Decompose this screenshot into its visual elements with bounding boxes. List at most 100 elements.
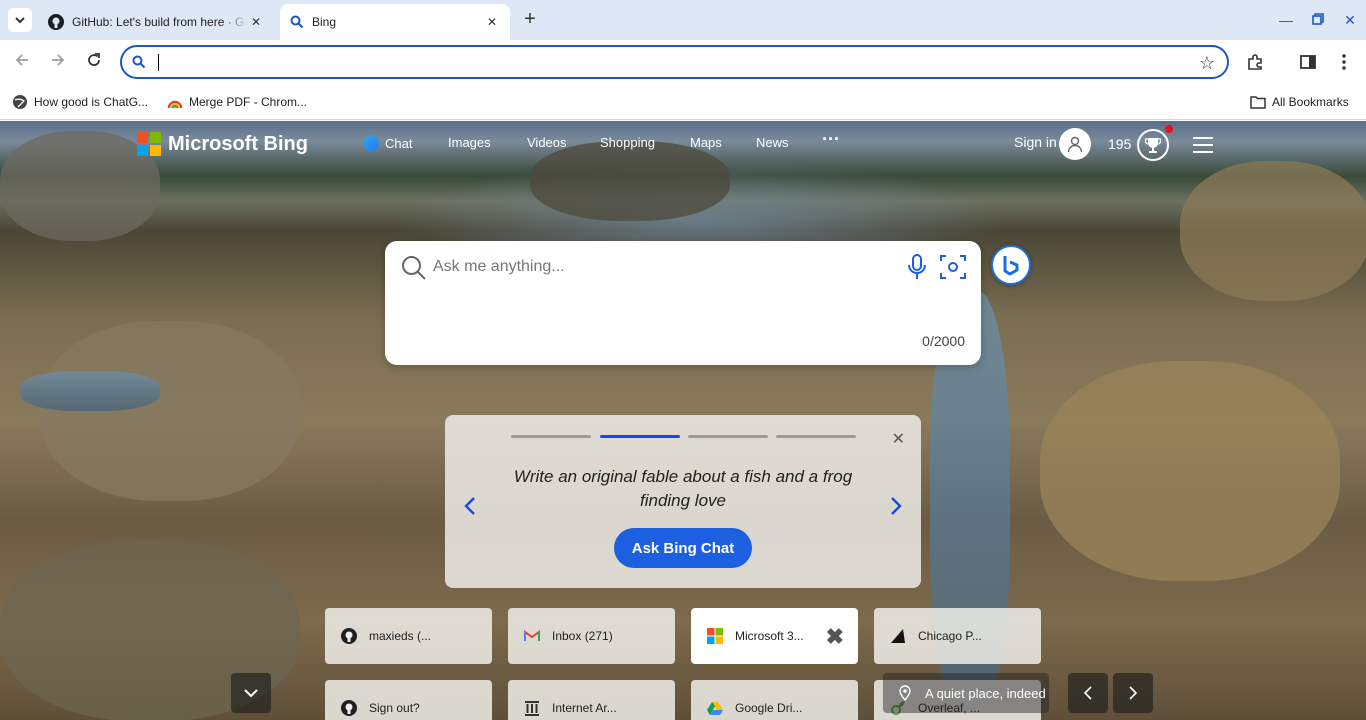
quick-link[interactable]: Microsoft 3... ✖	[691, 608, 858, 664]
chevron-left-icon[interactable]	[463, 495, 477, 523]
suggestion-prompt: Write an original fable about a fish and…	[513, 467, 853, 510]
quick-link-label: Google Dri...	[735, 701, 803, 715]
bookmark-item[interactable]: How good is ChatG...	[12, 92, 148, 112]
nav-maps[interactable]: Maps	[690, 135, 722, 150]
notification-dot	[1165, 125, 1173, 133]
chevron-down-icon	[15, 17, 25, 24]
visual-search-icon[interactable]	[939, 253, 967, 281]
close-icon[interactable]: ✕	[892, 429, 905, 449]
character-count: 0/2000	[922, 333, 965, 349]
background-rock	[1040, 361, 1340, 581]
bing-chat-button[interactable]	[991, 245, 1031, 285]
merge-pdf-icon	[167, 94, 183, 110]
background-rock	[0, 131, 160, 241]
quick-link[interactable]: Inbox (271)	[508, 608, 675, 664]
microphone-icon[interactable]	[907, 253, 927, 281]
window-close-icon[interactable]: ✕	[1338, 8, 1362, 32]
globe-icon	[12, 94, 28, 110]
restore-icon[interactable]	[1306, 8, 1330, 32]
nav-images[interactable]: Images	[448, 135, 491, 150]
nav-news[interactable]: News	[756, 135, 789, 150]
github-icon	[48, 14, 64, 30]
search-placeholder[interactable]: Ask me anything...	[433, 258, 565, 276]
chevron-right-icon[interactable]	[889, 495, 903, 523]
quick-link-label: Internet Ar...	[552, 701, 617, 715]
github-icon	[341, 628, 357, 644]
reload-icon[interactable]	[82, 50, 106, 74]
rewards-trophy[interactable]	[1137, 129, 1169, 161]
more-menu-icon[interactable]	[1332, 50, 1356, 74]
quick-link-label: Sign out?	[369, 701, 420, 715]
search-icon	[290, 15, 304, 29]
microsoft-logo-icon	[137, 132, 161, 156]
quick-link[interactable]: Google Dri...	[691, 680, 858, 720]
carousel-step-3[interactable]	[688, 435, 768, 438]
close-icon[interactable]: ✕	[248, 15, 264, 29]
quick-link-label: maxieds (...	[369, 629, 432, 643]
address-bar[interactable]: ☆	[120, 45, 1229, 79]
bookmarks-bar: How good is ChatG... Merge PDF - Chrom..…	[0, 84, 1366, 120]
all-bookmarks[interactable]: All Bookmarks	[1250, 92, 1349, 112]
quick-link-label: Microsoft 3...	[735, 629, 804, 643]
archive-icon	[524, 700, 540, 716]
bookmark-label: How good is ChatG...	[34, 95, 149, 109]
ask-bing-chat-button[interactable]: Ask Bing Chat	[614, 528, 752, 568]
next-image-button[interactable]	[1113, 673, 1153, 713]
location-text: A quiet place, indeed	[925, 685, 1046, 701]
bookmark-star-icon[interactable]: ☆	[1199, 53, 1215, 74]
quick-link-label: Chicago P...	[918, 629, 982, 643]
forward-icon[interactable]	[46, 50, 70, 74]
tab-search-button[interactable]	[8, 8, 32, 32]
image-location-caption[interactable]: A quiet place, indeed	[883, 673, 1049, 713]
quick-link[interactable]: Chicago P...	[874, 608, 1041, 664]
gmail-icon	[524, 628, 540, 644]
folder-icon	[1250, 94, 1266, 110]
quick-link[interactable]: Sign out?	[325, 680, 492, 720]
bing-page: Microsoft Bing Chat Images Videos Shoppi…	[0, 121, 1366, 720]
hamburger-menu-icon[interactable]	[1193, 137, 1213, 158]
back-icon[interactable]	[10, 50, 34, 74]
bing-b-icon	[1003, 256, 1019, 276]
bing-logo[interactable]: Microsoft Bing	[137, 131, 308, 157]
quick-link[interactable]: Internet Ar...	[508, 680, 675, 720]
carousel-step-4[interactable]	[776, 435, 856, 438]
quick-link[interactable]: maxieds (...	[325, 608, 492, 664]
search-icon	[402, 256, 426, 280]
search-icon	[132, 55, 146, 69]
extensions-icon[interactable]	[1243, 50, 1267, 74]
side-panel-icon[interactable]	[1296, 50, 1320, 74]
nav-more[interactable]: ···	[822, 129, 840, 150]
previous-image-button[interactable]	[1068, 673, 1108, 713]
carousel-step-1[interactable]	[511, 435, 591, 438]
tab-github[interactable]: GitHub: Let's build from here · G ✕	[38, 4, 274, 40]
chevron-down-icon	[244, 689, 258, 698]
nav-chat[interactable]: Chat	[363, 135, 412, 151]
collapse-button[interactable]	[231, 673, 271, 713]
google-drive-icon	[707, 700, 723, 716]
background-rock	[1180, 161, 1366, 301]
search-box[interactable]: Ask me anything... 0/2000	[385, 241, 981, 365]
tab-bing[interactable]: Bing ✕	[280, 4, 510, 40]
new-tab-button[interactable]: +	[520, 9, 540, 30]
sign-in-link[interactable]: Sign in	[1014, 134, 1057, 150]
microsoft-icon	[707, 628, 723, 644]
nav-shopping[interactable]: Shopping	[600, 135, 655, 150]
avatar[interactable]	[1059, 128, 1091, 160]
background-water	[20, 371, 160, 411]
background-rock	[530, 141, 730, 221]
user-icon	[1067, 136, 1083, 153]
github-icon	[341, 700, 357, 716]
quick-link-label: Inbox (271)	[552, 629, 613, 643]
chevron-left-icon	[1083, 686, 1092, 700]
chat-icon	[363, 135, 379, 151]
address-input[interactable]	[158, 53, 1158, 73]
nav-videos[interactable]: Videos	[527, 135, 567, 150]
minimize-icon[interactable]: —	[1274, 8, 1298, 32]
carousel-step-2[interactable]	[600, 435, 680, 438]
tab-strip: GitHub: Let's build from here · G ✕ Bing…	[0, 0, 1366, 40]
rewards-points[interactable]: 195	[1108, 136, 1131, 152]
remove-link-icon[interactable]: ✖	[826, 624, 844, 650]
close-icon[interactable]: ✕	[484, 15, 500, 29]
bookmark-item[interactable]: Merge PDF - Chrom...	[167, 92, 307, 112]
tab-title: GitHub: Let's build from here · G	[72, 15, 245, 29]
